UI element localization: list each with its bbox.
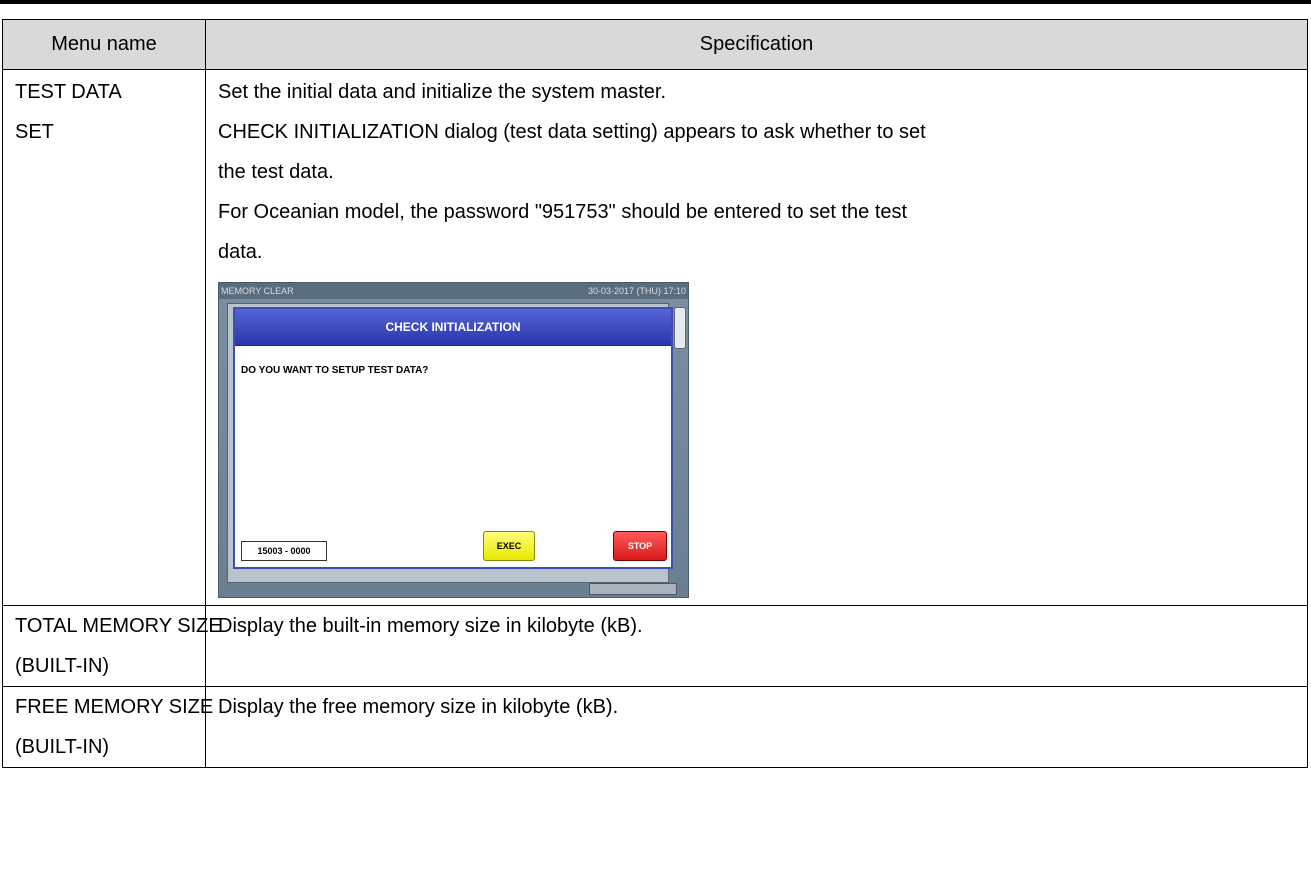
menu-name-line: TOTAL MEMORY SIZE — [15, 615, 222, 637]
specification-cell: Set the initial data and initialize the … — [205, 69, 1308, 606]
spec-line: For Oceanian model, the password "951753… — [218, 201, 908, 223]
spec-line: Display the built-in memory size in kilo… — [218, 615, 643, 637]
menu-name-line: (BUILT-IN) — [15, 736, 110, 758]
device-screen-title: MEMORY CLEAR — [221, 286, 294, 296]
menu-name-cell: FREE MEMORY SIZE (BUILT-IN) — [2, 686, 214, 768]
menu-name-line: TEST DATA — [15, 81, 122, 103]
specification-cell: Display the free memory size in kilobyte… — [205, 686, 1308, 768]
device-scrollbar — [674, 307, 686, 349]
spec-table: Menu name Specification TEST DATA SET Se… — [2, 19, 1308, 768]
header-row: Menu name Specification — [2, 19, 1308, 70]
specification-header: Specification — [205, 19, 1308, 70]
menu-name-line: (BUILT-IN) — [15, 655, 110, 677]
stop-button: STOP — [613, 531, 667, 561]
code-box: 15003 - 0000 — [241, 541, 327, 561]
device-bottom-panel — [589, 583, 677, 595]
spec-line: data. — [218, 241, 263, 263]
table-row: TEST DATA SET Set the initial data and i… — [2, 69, 1308, 606]
table-row: TOTAL MEMORY SIZE (BUILT-IN) Display the… — [2, 605, 1308, 687]
dialog-title: CHECK INITIALIZATION — [235, 309, 671, 346]
dialog-message: DO YOU WANT TO SETUP TEST DATA? — [241, 365, 429, 376]
device-datetime: 30-03-2017 (THU) 17:10 — [587, 286, 686, 296]
menu-name-header: Menu name — [2, 19, 206, 70]
menu-name-line: SET — [15, 121, 54, 143]
menu-name-line: FREE MEMORY SIZE — [15, 696, 214, 718]
menu-name-cell: TOTAL MEMORY SIZE (BUILT-IN) — [2, 605, 222, 687]
check-initialization-dialog: CHECK INITIALIZATION DO YOU WANT TO SETU… — [233, 307, 673, 569]
exec-button: EXEC — [483, 531, 535, 561]
table-row: FREE MEMORY SIZE (BUILT-IN) Display the … — [2, 686, 1308, 768]
top-rule — [0, 0, 1311, 4]
device-title-bar: MEMORY CLEAR 30-03-2017 (THU) 17:10 — [219, 283, 688, 299]
spec-line: the test data. — [218, 161, 334, 183]
menu-name-cell: TEST DATA SET — [2, 69, 206, 606]
spec-line: CHECK INITIALIZATION dialog (test data s… — [218, 121, 926, 143]
spec-line: Display the free memory size in kilobyte… — [218, 696, 619, 718]
spec-line: Set the initial data and initialize the … — [218, 81, 667, 103]
device-screenshot: MEMORY CLEAR 30-03-2017 (THU) 17:10 CHEC… — [218, 282, 689, 598]
specification-cell: Display the built-in memory size in kilo… — [205, 605, 1308, 687]
